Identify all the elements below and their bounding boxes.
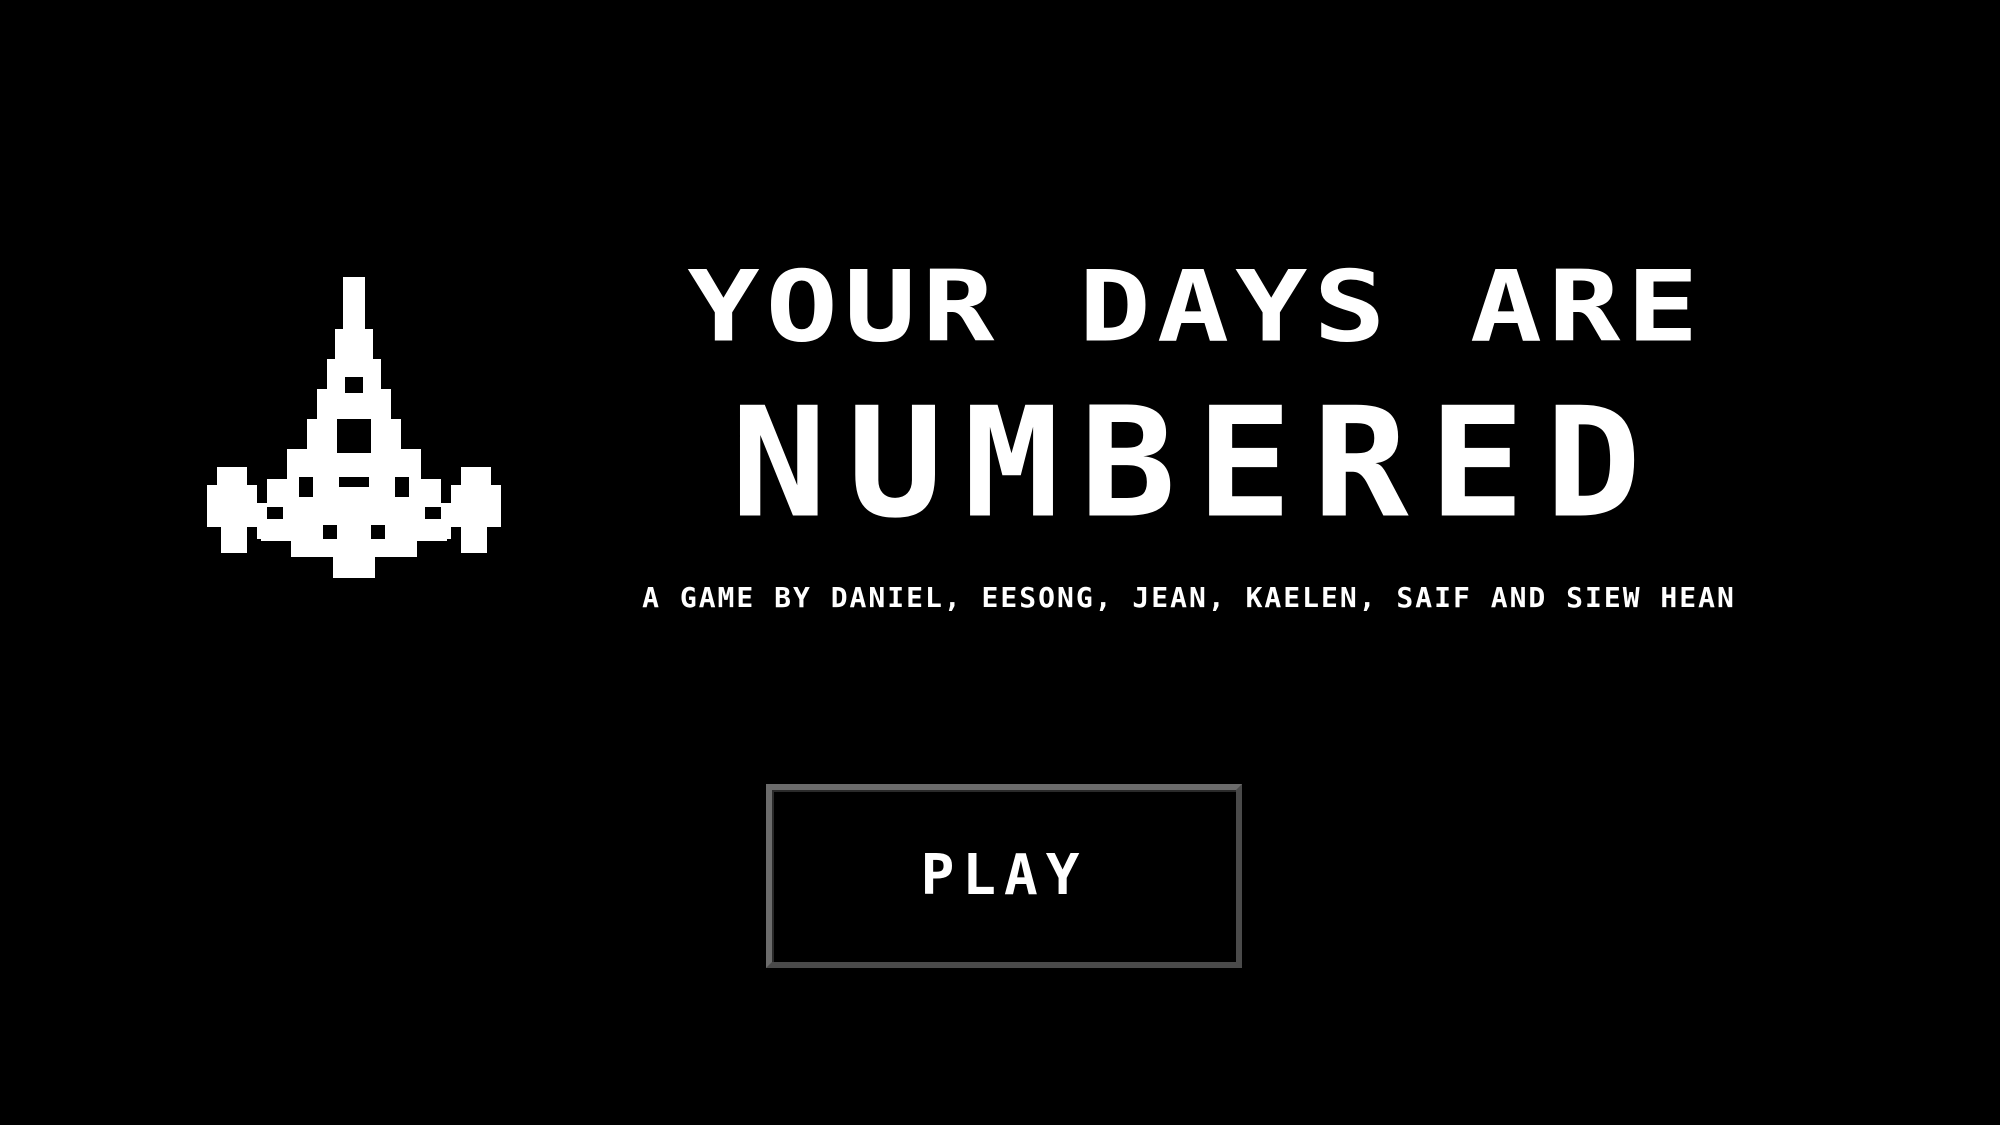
credits-subtitle: A GAME BY DANIEL, EESONG, JEAN, KAELEN, … xyxy=(642,581,1736,614)
game-title: YOUR DAYS ARE NUMBERED xyxy=(578,250,1814,538)
title-line-main: NUMBERED xyxy=(730,373,1662,552)
play-button-label: PLAY xyxy=(920,843,1088,908)
title-screen: YOUR DAYS ARE NUMBERED A GAME BY DANIEL,… xyxy=(0,0,2000,1125)
play-button[interactable]: PLAY xyxy=(766,784,1242,968)
title-line-top: YOUR DAYS ARE xyxy=(687,250,1705,365)
spaceship-icon xyxy=(207,277,501,578)
